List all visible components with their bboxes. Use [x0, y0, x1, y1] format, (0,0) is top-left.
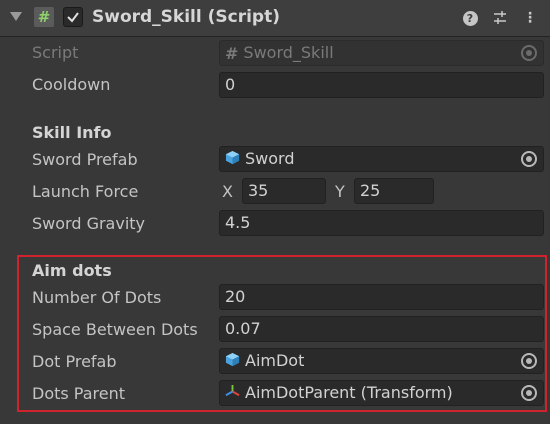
object-picker-icon[interactable] [521, 353, 537, 369]
sword-gravity-input[interactable]: 4.5 [219, 210, 544, 236]
launch-force-y-label: Y [335, 182, 345, 201]
checkbox-check-icon [67, 12, 79, 23]
script-field: # Sword_Skill [219, 40, 544, 66]
help-icon[interactable]: ? [460, 8, 480, 28]
dots-parent-label: Dots Parent [32, 384, 126, 403]
number-of-dots-input[interactable]: 20 [219, 284, 544, 310]
foldout-arrow-icon[interactable] [10, 12, 22, 21]
object-picker-icon[interactable] [521, 151, 537, 167]
number-of-dots-label: Number Of Dots [32, 288, 162, 307]
space-between-dots-input[interactable]: 0.07 [219, 316, 544, 342]
dots-parent-value: AimDotParent (Transform) [245, 383, 453, 402]
script-icon: # [34, 7, 54, 27]
prefab-icon [225, 350, 240, 374]
enable-checkbox[interactable] [63, 7, 83, 27]
object-picker-icon [521, 45, 537, 61]
aim-dots-header: Aim dots [32, 261, 112, 280]
prefab-icon [225, 148, 240, 172]
context-menu-icon[interactable]: ⋮ [520, 8, 540, 28]
script-file-icon: # [225, 43, 239, 63]
sword-prefab-label: Sword Prefab [32, 150, 138, 169]
transform-icon [225, 382, 240, 406]
launch-force-x-input[interactable]: 35 [242, 178, 326, 204]
component-header: # Sword_Skill (Script) ? ⋮ [0, 0, 550, 37]
launch-force-y-input[interactable]: 25 [354, 178, 434, 204]
dots-parent-field[interactable]: AimDotParent (Transform) [219, 380, 544, 406]
script-label: Script [32, 43, 79, 62]
cooldown-label: Cooldown [32, 75, 111, 94]
sword-prefab-field[interactable]: Sword [219, 146, 544, 172]
script-field-value: Sword_Skill [243, 43, 334, 62]
launch-force-x-label: X [222, 182, 233, 201]
cooldown-input[interactable]: 0 [219, 72, 544, 98]
object-picker-icon[interactable] [521, 385, 537, 401]
sword-gravity-label: Sword Gravity [32, 214, 146, 233]
space-between-dots-label: Space Between Dots [32, 320, 198, 339]
dot-prefab-value: AimDot [245, 351, 305, 370]
dot-prefab-label: Dot Prefab [32, 352, 117, 371]
presets-icon[interactable] [490, 8, 510, 28]
sword-prefab-value: Sword [245, 149, 295, 168]
skill-info-header: Skill Info [32, 123, 112, 142]
dot-prefab-field[interactable]: AimDot [219, 348, 544, 374]
launch-force-label: Launch Force [32, 182, 139, 201]
component-title: Sword_Skill (Script) [92, 7, 280, 27]
